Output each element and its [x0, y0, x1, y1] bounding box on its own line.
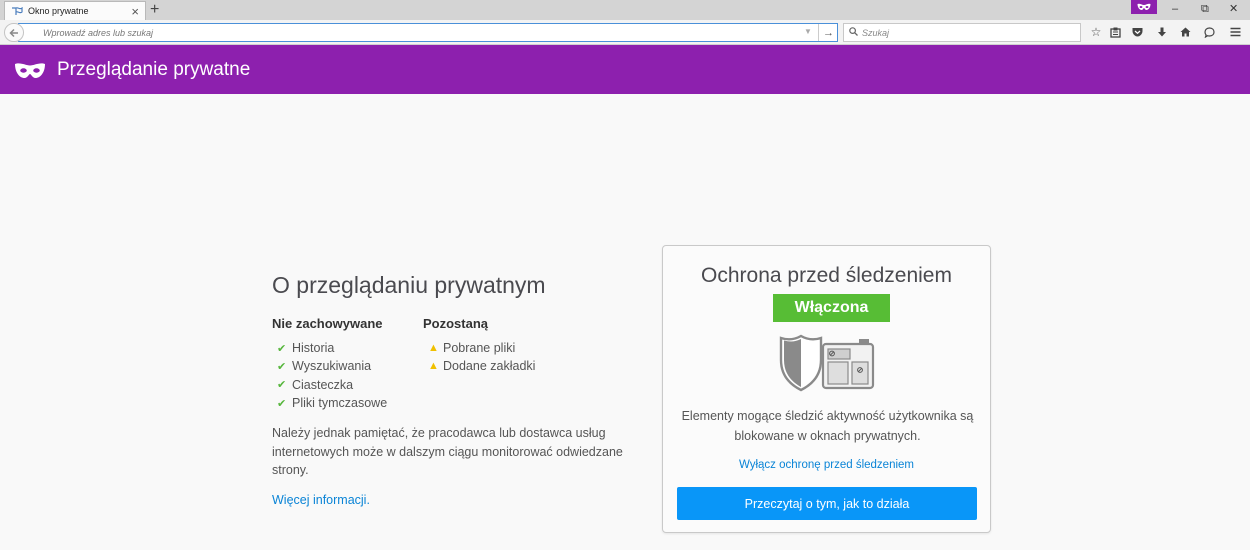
- close-window-button[interactable]: ✕: [1229, 2, 1238, 16]
- list-item: ✔ Pliki tymczasowe: [277, 396, 388, 411]
- private-mask-logo-icon: [14, 62, 46, 84]
- tracking-description: Elementy mogące śledzić aktywność użytko…: [681, 409, 974, 443]
- new-tab-button[interactable]: +: [150, 1, 159, 19]
- url-dropdown-icon[interactable]: ▼: [804, 27, 812, 36]
- tracking-protection-title: Ochrona przed śledzeniem: [701, 264, 952, 287]
- more-info-link[interactable]: Więcej informacji.: [272, 493, 370, 507]
- check-icon: ✔: [277, 360, 287, 373]
- tracking-shield-illustration-icon: [779, 334, 875, 397]
- url-input[interactable]: Wprowadź adres lub szukaj: [18, 23, 838, 42]
- list-item: ✔ Ciasteczka: [277, 377, 354, 392]
- list-item: ✔ Wyszukiwania: [277, 359, 372, 374]
- private-browsing-header: Przeglądanie prywatne: [0, 45, 1250, 94]
- private-mask-icon: [1131, 0, 1157, 14]
- bookmarks-library-icon[interactable]: [1107, 24, 1123, 40]
- warning-icon: ▲: [428, 360, 439, 373]
- disable-tracking-protection-link[interactable]: Wyłącz ochronę przed śledzeniem: [663, 459, 990, 471]
- list-item: ▲ Dodane zakładki: [428, 359, 536, 374]
- kept-heading: Pozostaną: [423, 316, 489, 331]
- url-placeholder: Wprowadź adres lub szukaj: [43, 27, 154, 38]
- private-window-icon: [11, 6, 23, 16]
- warning-icon: ▲: [428, 342, 439, 355]
- bookmark-star-icon[interactable]: ☆: [1088, 24, 1104, 40]
- menu-icon[interactable]: [1227, 24, 1243, 40]
- tab-title: Okno prywatne: [28, 6, 89, 16]
- url-go-button[interactable]: →: [818, 24, 838, 41]
- check-icon: ✔: [277, 379, 287, 392]
- minimize-button[interactable]: –: [1172, 2, 1178, 16]
- about-private-browsing-title: O przeglądaniu prywatnym: [272, 272, 546, 298]
- kept-list: ▲ Pobrane pliki ▲ Dodane zakładki: [423, 339, 535, 376]
- page-title: Przeglądanie prywatne: [57, 59, 251, 80]
- search-input[interactable]: Szukaj: [843, 23, 1081, 42]
- learn-more-button[interactable]: Przeczytaj o tym, jak to działa: [677, 487, 977, 520]
- home-icon[interactable]: [1177, 24, 1193, 40]
- back-button[interactable]: [4, 23, 24, 42]
- downloads-icon[interactable]: [1154, 24, 1170, 40]
- check-icon: ✔: [277, 397, 287, 410]
- tab-close-icon[interactable]: ×: [131, 5, 139, 18]
- not-saved-heading: Nie zachowywane: [272, 316, 383, 331]
- restore-button[interactable]: ⧉: [1201, 2, 1209, 16]
- tracking-protection-card: Ochrona przed śledzeniem Włączona Elemen…: [662, 245, 991, 533]
- status-badge: Włączona: [773, 294, 890, 322]
- chat-icon[interactable]: [1201, 24, 1217, 40]
- list-item: ✔ Historia: [277, 341, 335, 356]
- list-item: ▲ Pobrane pliki: [428, 341, 516, 356]
- back-arrow-icon: [9, 28, 18, 37]
- not-saved-list: ✔ Historia ✔ Wyszukiwania ✔ Ciasteczka ✔ Pli…: [272, 339, 387, 412]
- monitoring-note: Należy jednak pamiętać, że pracodawca lu…: [272, 426, 623, 477]
- search-placeholder: Szukaj: [862, 27, 890, 38]
- search-icon: [849, 27, 858, 38]
- tab-private-window[interactable]: Okno prywatne ×: [4, 1, 146, 20]
- pocket-icon[interactable]: [1129, 24, 1145, 40]
- tab-strip: Okno prywatne × + – ⧉ ✕: [0, 0, 1250, 20]
- check-icon: ✔: [277, 342, 287, 355]
- navigation-toolbar: Wprowadź adres lub szukaj ▼ → Szukaj ☆: [0, 20, 1250, 45]
